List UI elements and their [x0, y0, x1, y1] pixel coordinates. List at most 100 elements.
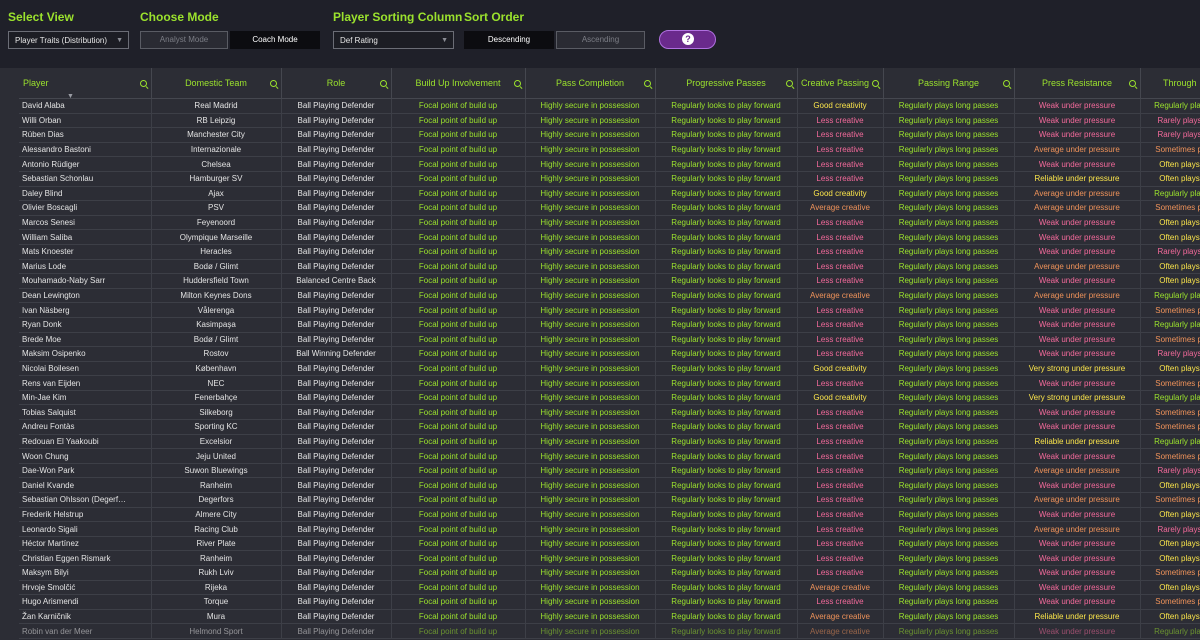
- column-header-passing-range[interactable]: Passing Range: [883, 68, 1015, 99]
- table-row[interactable]: Brede Moe Bodø / Glimt Ball Playing Defend…: [19, 332, 1200, 348]
- cell-creative-passing: Average creative: [797, 623, 884, 639]
- cell-passing-range: Regularly plays long passes: [883, 419, 1015, 435]
- table-row[interactable]: Tobias Salquist Silkeborg Ball Playing Def…: [19, 404, 1200, 421]
- cell-progressive-passes: Regularly looks to play forward: [655, 550, 798, 566]
- cell-press-resistance: Average under pressure: [1014, 200, 1141, 216]
- column-header-press-resistance[interactable]: Press Resistance: [1014, 68, 1141, 99]
- table-row[interactable]: Andreu Fontàs Sporting KC Ball Playing Def…: [19, 419, 1200, 435]
- sorting-column-dropdown[interactable]: Def Rating ▼: [333, 31, 454, 49]
- table-row[interactable]: Hugo Arismendi Torque Ball Playing Defende…: [19, 594, 1200, 610]
- table-row[interactable]: Woon Chung Jeju United Ball Playing Defend…: [19, 448, 1200, 464]
- search-icon[interactable]: [1002, 80, 1010, 87]
- cell-role: Ball Playing Defender: [281, 215, 392, 231]
- cell-through: Regularly play: [1140, 317, 1200, 333]
- table-row[interactable]: Leonardo Sigali Racing Club Ball Playing D…: [19, 521, 1200, 537]
- search-icon[interactable]: [139, 80, 147, 87]
- table-row[interactable]: Rúben Dias Manchester City Ball Playing De…: [19, 127, 1200, 143]
- table-row[interactable]: Olivier Boscagli PSV Ball Playing Defender…: [19, 200, 1200, 216]
- table-row[interactable]: Héctor Martínez River Plate Ball Playing D…: [19, 536, 1200, 552]
- cell-press-resistance: Average under pressure: [1014, 492, 1141, 508]
- table-row[interactable]: Willi Orban RB Leipzig Ball Playing Defend…: [19, 113, 1200, 129]
- table-row[interactable]: Maksim Osipenko Rostov Ball Winning Defend…: [19, 346, 1200, 362]
- cell-passing-range: Regularly plays long passes: [883, 609, 1015, 625]
- table-row[interactable]: Ivan Näsberg Vålerenga Ball Playing Defend…: [19, 302, 1200, 318]
- descending-button[interactable]: Descending: [464, 31, 554, 49]
- column-header-pass-completion[interactable]: Pass Completion: [525, 68, 656, 99]
- table-row[interactable]: William Saliba Olympique Marseille Ball Pl…: [19, 229, 1200, 245]
- cell-build-up-involvement: Focal point of build up: [391, 609, 526, 625]
- cell-through: Often plays: [1140, 609, 1200, 625]
- table-row[interactable]: Mouhamado-Naby Sarr Huddersfield Town Bala…: [19, 273, 1200, 289]
- cell-progressive-passes: Regularly looks to play forward: [655, 434, 798, 450]
- table-row[interactable]: Nicolai Boilesen København Ball Playing De…: [19, 361, 1200, 377]
- table-row[interactable]: Alessandro Bastoni Internazionale Ball Pla…: [19, 142, 1200, 158]
- cell-domestic-team: Excelsior: [151, 434, 282, 450]
- cell-build-up-involvement: Focal point of build up: [391, 244, 526, 260]
- cell-progressive-passes: Regularly looks to play forward: [655, 346, 798, 362]
- cell-player: Andreu Fontàs: [19, 419, 152, 435]
- cell-role: Ball Playing Defender: [281, 244, 392, 260]
- table-row[interactable]: Ryan Donk Kasimpaşa Ball Playing Defender F…: [19, 317, 1200, 333]
- table-row[interactable]: Žan Karničnik Mura Ball Playing Defender Fo…: [19, 609, 1200, 625]
- table-row[interactable]: Rens van Eijden NEC Ball Playing Defender F…: [19, 375, 1200, 391]
- cell-domestic-team: Jeju United: [151, 448, 282, 464]
- table-row[interactable]: Daniel Kvande Ranheim Ball Playing Defende…: [19, 477, 1200, 494]
- column-header-build-up-involvement[interactable]: Build Up Involvement: [391, 68, 526, 99]
- search-icon[interactable]: [871, 80, 879, 87]
- search-icon[interactable]: [785, 80, 793, 87]
- search-icon[interactable]: [643, 80, 651, 87]
- table-row[interactable]: Dae-Won Park Suwon Bluewings Ball Playing …: [19, 463, 1200, 479]
- table-row[interactable]: Robin van der Meer Helmond Sport Ball Play…: [19, 623, 1200, 639]
- table-row[interactable]: Sebastian Schonlau Hamburger SV Ball Playi…: [19, 171, 1200, 187]
- cell-player: Tobias Salquist: [19, 404, 152, 421]
- cell-domestic-team: Hamburger SV: [151, 171, 282, 187]
- cell-press-resistance: Average under pressure: [1014, 142, 1141, 158]
- analyst-mode-button[interactable]: Analyst Mode: [140, 31, 228, 49]
- cell-through: Often plays: [1140, 507, 1200, 523]
- cell-pass-completion: Highly secure in possession: [525, 477, 656, 494]
- column-header-progressive-passes[interactable]: Progressive Passes: [655, 68, 798, 99]
- cell-pass-completion: Highly secure in possession: [525, 404, 656, 421]
- table-row[interactable]: Marius Lode Bodø / Glimt Ball Playing Defe…: [19, 259, 1200, 275]
- table-row[interactable]: Redouan El Yaakoubi Excelsior Ball Playing…: [19, 434, 1200, 450]
- table-row[interactable]: Maksym Bilyi Rukh Lviv Ball Playing Defend…: [19, 565, 1200, 581]
- column-header-role[interactable]: Role: [281, 68, 392, 99]
- cell-role: Ball Playing Defender: [281, 156, 392, 172]
- select-view-dropdown[interactable]: Player Traits (Distribution) ▼: [8, 31, 129, 49]
- cell-player: Ryan Donk: [19, 317, 152, 333]
- cell-progressive-passes: Regularly looks to play forward: [655, 113, 798, 129]
- search-icon[interactable]: [513, 80, 521, 87]
- cell-build-up-involvement: Focal point of build up: [391, 332, 526, 348]
- cell-build-up-involvement: Focal point of build up: [391, 142, 526, 158]
- cell-passing-range: Regularly plays long passes: [883, 259, 1015, 275]
- table-row[interactable]: Antonio Rüdiger Chelsea Ball Playing Defen…: [19, 156, 1200, 172]
- help-button[interactable]: ?: [659, 30, 716, 49]
- cell-pass-completion: Highly secure in possession: [525, 609, 656, 625]
- cell-press-resistance: Weak under pressure: [1014, 507, 1141, 523]
- search-icon[interactable]: [1128, 80, 1136, 87]
- column-header-domestic-team[interactable]: Domestic Team: [151, 68, 282, 99]
- table-row[interactable]: Mats Knoester Heracles Ball Playing Defend…: [19, 244, 1200, 260]
- search-icon[interactable]: [379, 80, 387, 87]
- table-row[interactable]: Sebastian Ohlsson (Degerf… Degerfors Ball …: [19, 492, 1200, 508]
- table-row[interactable]: Min-Jae Kim Fenerbahçe Ball Playing Defend…: [19, 390, 1200, 406]
- cell-press-resistance: Weak under pressure: [1014, 346, 1141, 362]
- table-row[interactable]: Marcos Senesi Feyenoord Ball Playing Defen…: [19, 215, 1200, 231]
- column-header-player[interactable]: Player ▼: [19, 68, 152, 100]
- search-icon[interactable]: [269, 80, 277, 87]
- column-header-creative-passing[interactable]: Creative Passing: [797, 68, 884, 99]
- table-row[interactable]: Daley Blind Ajax Ball Playing Defender Foca…: [19, 186, 1200, 202]
- cell-passing-range: Regularly plays long passes: [883, 229, 1015, 245]
- cell-pass-completion: Highly secure in possession: [525, 171, 656, 187]
- table-row[interactable]: Dean Lewington Milton Keynes Dons Ball Pla…: [19, 288, 1200, 304]
- cell-creative-passing: Average creative: [797, 580, 884, 596]
- coach-mode-button[interactable]: Coach Mode: [230, 31, 320, 49]
- column-header-through[interactable]: Through: [1140, 68, 1200, 99]
- cell-through: Often plays: [1140, 171, 1200, 187]
- ascending-button[interactable]: Ascending: [556, 31, 645, 49]
- cell-passing-range: Regularly plays long passes: [883, 171, 1015, 187]
- table-row[interactable]: Frederik Helstrup Almere City Ball Playing…: [19, 507, 1200, 523]
- table-row[interactable]: David Alaba Real Madrid Ball Playing Defen…: [19, 98, 1200, 114]
- table-row[interactable]: Christian Eggen Rismark Ranheim Ball Playi…: [19, 550, 1200, 566]
- table-row[interactable]: Hrvoje Smolčić Rijeka Ball Playing Defende…: [19, 580, 1200, 596]
